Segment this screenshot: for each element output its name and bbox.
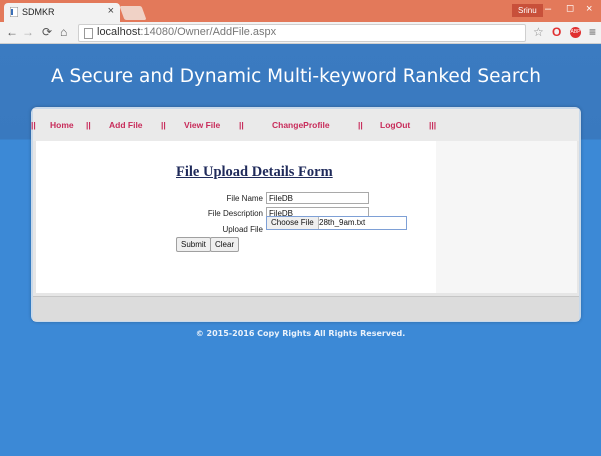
upload-file-label: Upload File [222,225,263,234]
form-panel: File Upload Details Form File Name FileD… [36,141,436,293]
tab-close-icon[interactable]: × [108,5,114,17]
new-tab-button[interactable] [119,6,147,20]
menu-separator: || [86,120,91,130]
page-icon [84,28,93,39]
star-icon[interactable]: ☆ [533,25,544,39]
close-window-button[interactable]: × [586,3,592,15]
chosen-file-name: 28th_9am.txt [319,218,366,227]
forward-arrow-icon[interactable]: → [22,25,34,39]
reload-icon[interactable]: ⟳ [42,25,52,39]
maximize-button[interactable]: ◻ [566,3,574,14]
browser-toolbar: ← → ⟳ ⌂ localhost:14080/Owner/AddFile.as… [0,22,601,44]
menu-separator: ||| [429,120,437,130]
copyright-text: © 2015-2016 Copy Rights All Rights Reser… [195,329,406,338]
menu-item-home[interactable]: Home [50,120,74,130]
file-name-label: File Name [226,194,263,203]
url-text: localhost:14080/Owner/AddFile.aspx [97,26,276,38]
menu-icon[interactable]: ≡ [589,25,596,39]
menu-separator: || [358,120,363,130]
home-icon[interactable]: ⌂ [60,25,67,39]
file-name-field[interactable]: FileDB [266,192,369,204]
submit-button[interactable]: Submit [176,237,211,252]
menu-separator: || [239,120,244,130]
browser-tab[interactable]: SDMKR × [4,3,120,22]
window-titlebar: SDMKR × Srinu – ◻ × [0,0,601,22]
url-host: localhost [97,26,141,38]
file-upload-input[interactable]: Choose File 28th_9am.txt [266,216,407,230]
form-title: File Upload Details Form [176,164,333,180]
tab-title: SDMKR [22,7,55,17]
profile-user-badge[interactable]: Srinu [512,4,543,17]
choose-file-button[interactable]: Choose File [267,217,319,229]
menu-item-view-file[interactable]: View File [184,120,220,130]
file-description-label: File Description [207,209,263,218]
address-bar[interactable]: localhost:14080/Owner/AddFile.aspx [78,24,526,42]
menu-separator: || [31,120,36,130]
clear-button[interactable]: Clear [210,237,240,252]
menu-separator: || [161,120,166,130]
nav-menu: || Home || Add File || View File || Chan… [31,109,579,141]
site-title: A Secure and Dynamic Multi-keyword Ranke… [51,66,541,87]
menu-item-add-file[interactable]: Add File [109,120,143,130]
url-path: :14080/Owner/AddFile.aspx [140,26,277,38]
container-footer [33,296,579,321]
page-favicon-icon [10,7,18,17]
menu-item-logout[interactable]: LogOut [380,120,410,130]
main-container: || Home || Add File || View File || Chan… [31,107,581,322]
page-body: A Secure and Dynamic Multi-keyword Ranke… [0,44,601,456]
adblock-icon[interactable]: ABP [570,27,581,38]
minimize-button[interactable]: – [545,3,551,15]
menu-item-change-profile[interactable]: ChangeProfile [272,120,330,130]
back-arrow-icon[interactable]: ← [6,25,18,39]
opera-icon[interactable]: O [552,25,561,39]
right-sidebar [436,141,577,293]
